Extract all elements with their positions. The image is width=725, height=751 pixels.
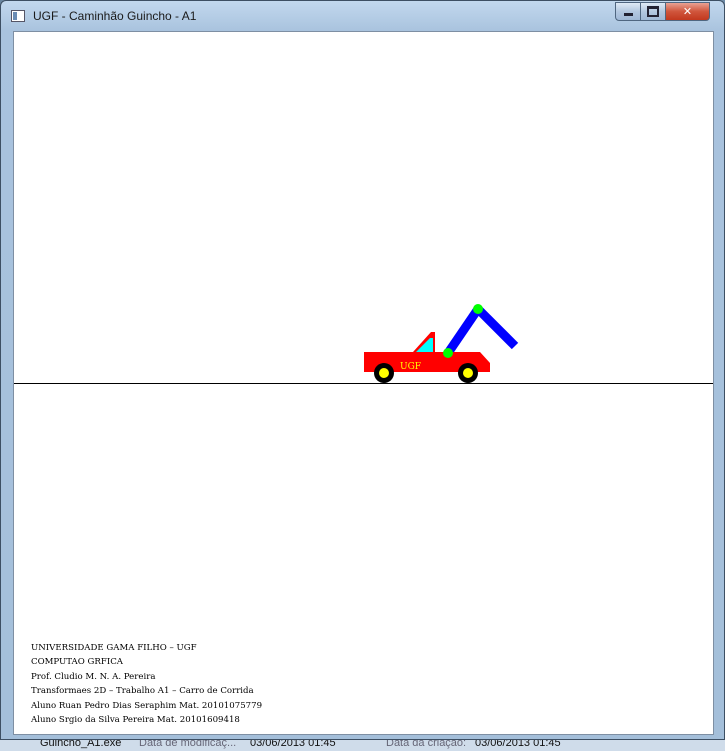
modified-value: 03/06/2013 01:45 bbox=[250, 740, 336, 749]
front-wheel-hub bbox=[379, 368, 389, 378]
window-title: UGF - Caminhão Guincho - A1 bbox=[33, 9, 197, 23]
file-name[interactable]: Guincho_A1.exe bbox=[40, 740, 121, 749]
crane-arm-lower bbox=[444, 306, 482, 356]
opengl-canvas[interactable]: UGF UNIVERSIDADE GAMA FILHO – UGF COMPUT… bbox=[13, 31, 714, 735]
minimize-button[interactable] bbox=[615, 2, 641, 21]
explorer-details-bar: Guincho_A1.exe Data de modificaç... 03/0… bbox=[0, 740, 725, 751]
credits-block: UNIVERSIDADE GAMA FILHO – UGF COMPUTAO G… bbox=[31, 641, 262, 727]
close-icon: ✕ bbox=[682, 5, 693, 18]
crane-joint-top bbox=[473, 304, 483, 314]
created-value: 03/06/2013 01:45 bbox=[475, 740, 561, 749]
created-label: Data da criação: bbox=[386, 740, 467, 749]
minimize-icon bbox=[623, 13, 633, 16]
truck-label: UGF bbox=[400, 362, 421, 372]
credits-line: COMPUTAO GRFICA bbox=[31, 657, 124, 668]
credits-line: Aluno Ruan Pedro Dias Seraphim Mat. 2010… bbox=[31, 700, 263, 711]
close-button[interactable]: ✕ bbox=[665, 2, 710, 21]
maximize-button[interactable] bbox=[640, 2, 666, 21]
credits-line: UNIVERSIDADE GAMA FILHO – UGF bbox=[31, 643, 197, 653]
credits-line: Prof. Cludio M. N. A. Pereira bbox=[31, 671, 156, 682]
app-window: UGF - Caminhão Guincho - A1 ✕ UGF UNIVER… bbox=[0, 0, 725, 740]
credits-line: Aluno Srgio da Silva Pereira Mat. 201016… bbox=[31, 715, 240, 726]
maximize-icon bbox=[647, 6, 659, 17]
credits-line: Transformaes 2D – Trabalho A1 – Carro de… bbox=[31, 686, 254, 697]
title-bar[interactable]: UGF - Caminhão Guincho - A1 ✕ bbox=[1, 1, 724, 31]
tow-truck-drawing: UGF bbox=[364, 304, 519, 383]
window-app-icon[interactable] bbox=[11, 10, 25, 22]
rear-wheel-hub bbox=[463, 368, 473, 378]
crane-arm-upper bbox=[474, 305, 519, 350]
modified-label: Data de modificaç... bbox=[139, 740, 237, 749]
crane-joint-base bbox=[443, 348, 453, 358]
